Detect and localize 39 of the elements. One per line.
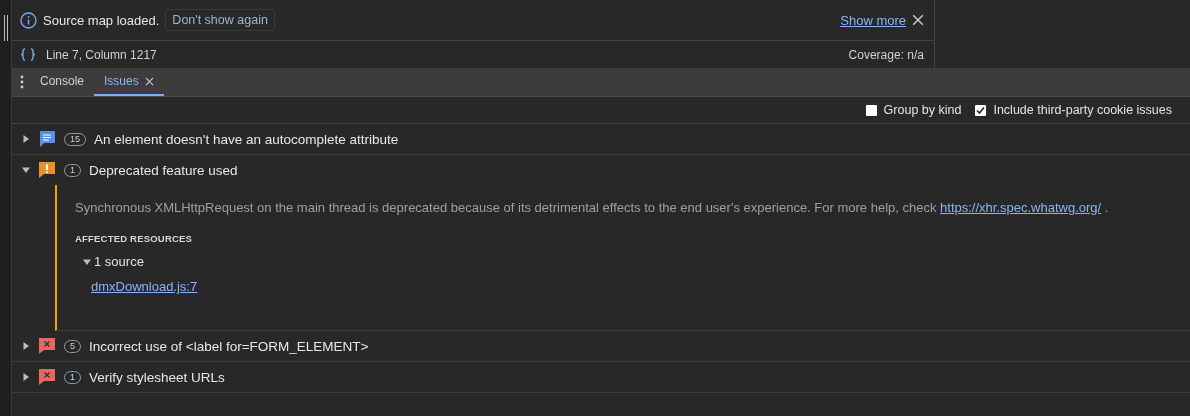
expand-arrow-icon[interactable]: [22, 166, 30, 174]
issue-row[interactable]: 15 An element doesn't have an autocomplete attribute: [12, 124, 1190, 155]
checkbox-label: Include third-party cookie issues: [993, 103, 1172, 117]
checkbox-label: Group by kind: [883, 103, 962, 117]
issue-title: An element doesn't have an autocomplete attribute: [94, 131, 399, 147]
resize-handle[interactable]: [3, 15, 8, 41]
source-link[interactable]: dmxDownload.js:7: [91, 279, 198, 294]
coverage-status: Coverage: n/a: [848, 47, 924, 62]
error-icon: [38, 368, 56, 386]
section-heading: AFFECTED RESOURCES: [75, 233, 194, 244]
infobar-message: Source map loaded.: [43, 12, 160, 28]
issue-row[interactable]: 1 Deprecated feature used: [12, 155, 1190, 185]
dismiss-button[interactable]: Don't show again: [165, 9, 275, 31]
issue-row[interactable]: 1 Verify stylesheet URLs: [12, 362, 1190, 393]
more-menu-icon[interactable]: [20, 75, 24, 89]
issue-title: Verify stylesheet URLs: [89, 369, 225, 385]
message-icon: [38, 130, 56, 148]
panel-tab[interactable]: Issues: [94, 68, 164, 96]
close-icon[interactable]: [912, 14, 924, 26]
expand-arrow-icon[interactable]: [22, 342, 30, 350]
issue-title: Deprecated feature used: [89, 162, 238, 178]
warning-icon: [38, 161, 56, 179]
expand-arrow-icon[interactable]: [22, 373, 30, 381]
checkbox[interactable]: [865, 104, 877, 116]
issue-title: Incorrect use of <label for=FORM_ELEMENT>: [89, 338, 369, 354]
braces-icon[interactable]: [20, 48, 36, 61]
info-icon: [20, 11, 37, 29]
issue-description: Synchronous XMLHttpRequest on the main thread is deprecated because of its detrimental effects to the end user's experience. For more help, check https://xhr.spec.whatwg.org/ .: [75, 199, 1110, 217]
help-link[interactable]: https://xhr.spec.whatwg.org/: [940, 200, 1102, 215]
show-more-link[interactable]: Show more: [840, 12, 906, 28]
sources-toggle[interactable]: 1 source: [83, 254, 1190, 269]
error-icon: [38, 337, 56, 355]
issue-row[interactable]: 5 Incorrect use of <label for=FORM_ELEMENT>: [12, 331, 1190, 362]
close-icon[interactable]: [144, 76, 154, 86]
cursor-position: Line 7, Column 1217: [46, 47, 157, 62]
expand-arrow-icon[interactable]: [22, 135, 30, 143]
checkbox[interactable]: [975, 104, 987, 116]
panel-tab[interactable]: Console: [30, 68, 95, 96]
expand-arrow-icon[interactable]: [83, 257, 91, 266]
